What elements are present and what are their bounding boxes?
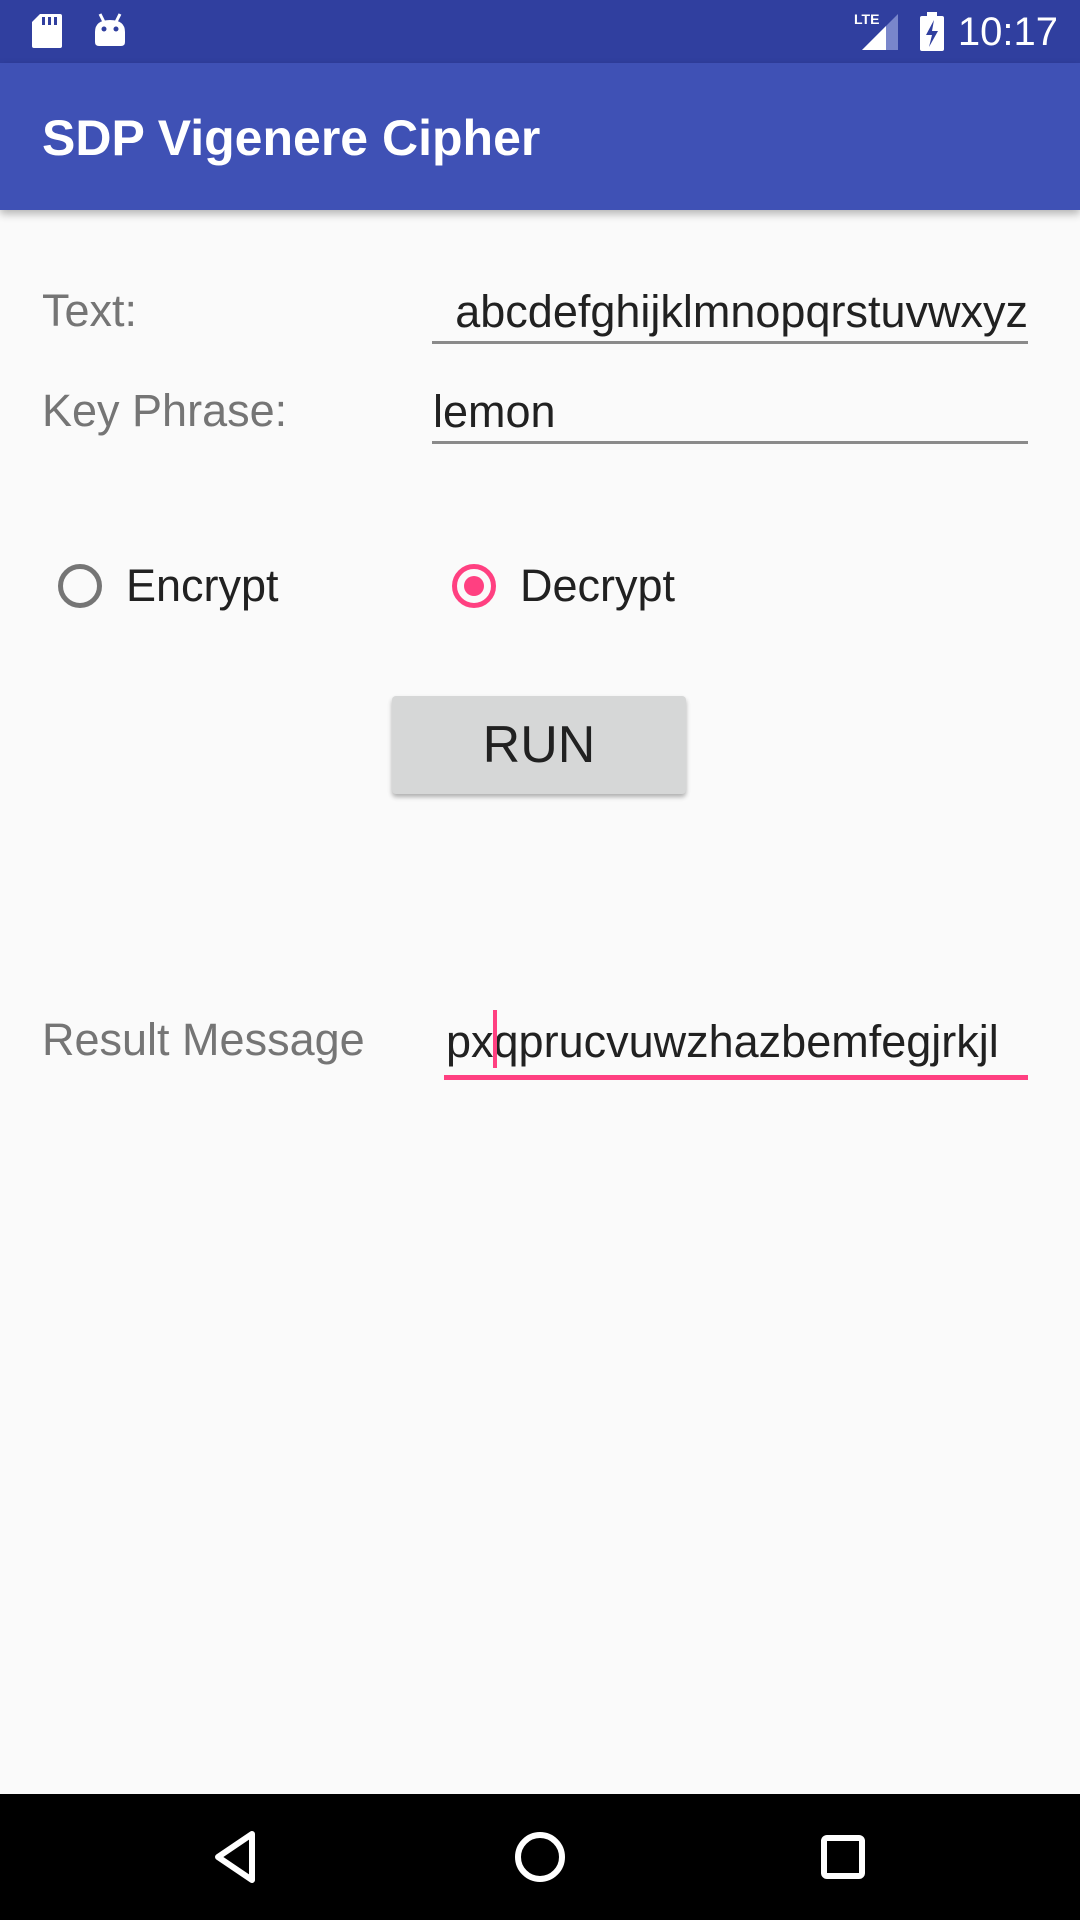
key-phrase-input-value: lemon [433, 386, 556, 437]
run-button[interactable]: RUN [392, 696, 686, 794]
text-cursor [493, 1010, 497, 1068]
radio-unchecked-icon [58, 564, 102, 608]
back-icon[interactable] [204, 1824, 270, 1890]
result-value: pxqprucvuwzhazbemfegjrkjl [446, 1016, 999, 1067]
app-title: SDP Vigenere Cipher [42, 110, 541, 166]
lte-signal-icon: LTE [852, 10, 902, 57]
result-field[interactable]: pxqprucvuwzhazbemfegjrkjl [444, 1010, 1028, 1080]
status-time: 10:17 [957, 10, 1058, 54]
recents-icon[interactable] [810, 1824, 876, 1890]
home-icon[interactable] [507, 1824, 573, 1890]
android-icon [92, 12, 128, 55]
text-label: Text: [42, 285, 138, 336]
decrypt-radio[interactable]: Decrypt [452, 558, 712, 624]
battery-charging-icon [918, 12, 946, 57]
encrypt-label: Encrypt [126, 560, 279, 611]
key-phrase-input[interactable]: lemon [432, 382, 1028, 444]
result-label: Result Message [42, 1014, 365, 1065]
svg-text:LTE: LTE [854, 11, 879, 27]
app-bar: SDP Vigenere Cipher [0, 63, 1080, 210]
status-bar: LTE 10:17 [0, 0, 1080, 63]
sd-card-icon [30, 12, 64, 55]
text-input-value: abcdefghijklmnopqrstuvwxyz [455, 286, 1028, 337]
encrypt-radio[interactable]: Encrypt [58, 558, 318, 624]
navigation-bar [0, 1794, 1080, 1920]
radio-checked-icon [452, 564, 496, 608]
key-phrase-label: Key Phrase: [42, 385, 288, 436]
text-input[interactable]: abcdefghijklmnopqrstuvwxyz [432, 282, 1028, 344]
decrypt-label: Decrypt [520, 560, 676, 611]
